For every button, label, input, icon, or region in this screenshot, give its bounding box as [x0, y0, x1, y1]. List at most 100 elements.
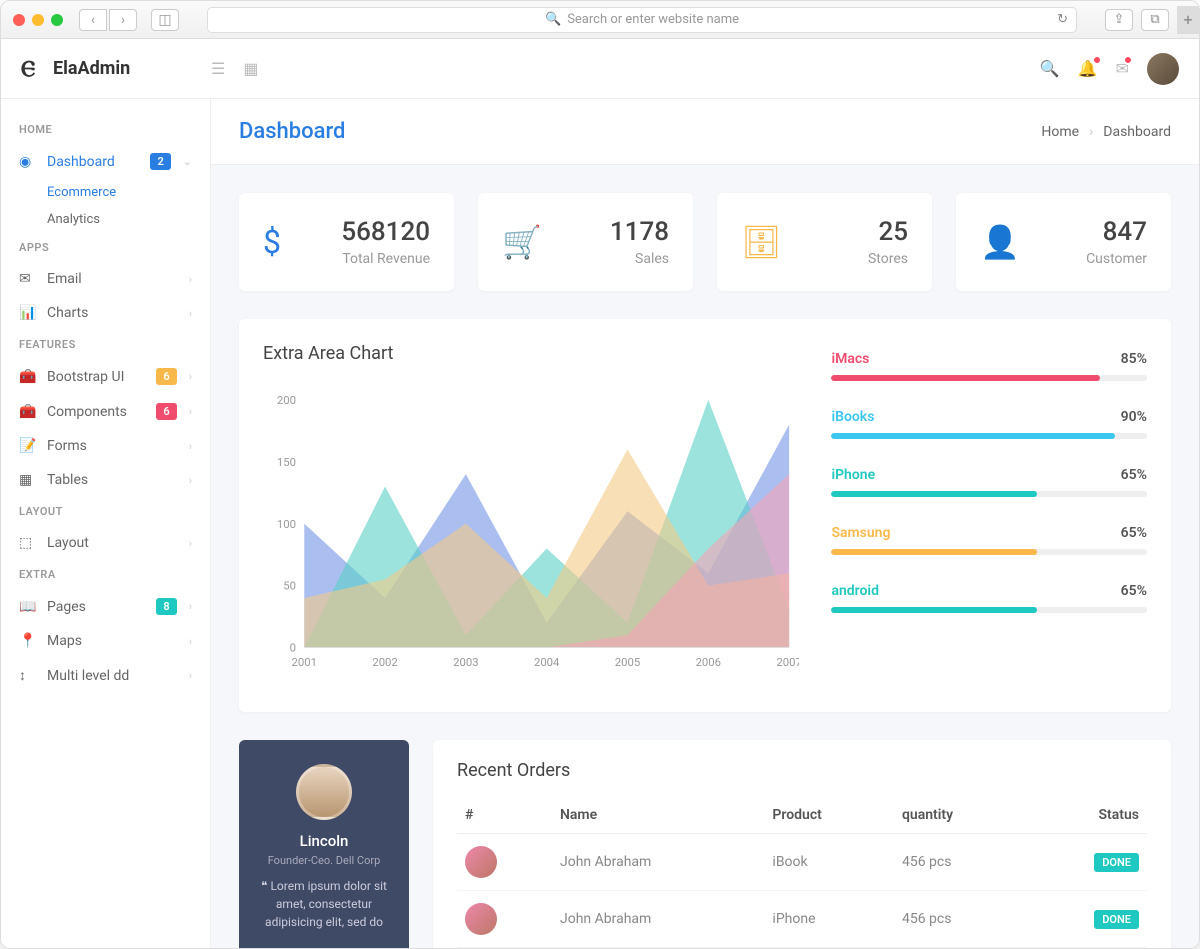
sidebar-label: Multi level dd [47, 668, 177, 684]
progress-imacs: iMacs85% [831, 351, 1147, 381]
sidebar-icon: ◉ [19, 154, 35, 170]
sidebar-subitem-analytics[interactable]: Analytics [1, 206, 210, 233]
status-badge: DONE [1094, 853, 1139, 872]
sidebar-item-bootstrap-ui[interactable]: 🧰Bootstrap UI6› [1, 359, 210, 394]
chevron-right-icon: › [189, 370, 192, 383]
sidebar-item-charts[interactable]: 📊Charts› [1, 296, 210, 330]
user-avatar[interactable] [1147, 53, 1179, 85]
area-chart: 0501001502002001200220032004200520062007 [263, 384, 799, 684]
chevron-right-icon: › [189, 474, 192, 487]
sidebar-heading: EXTRA [1, 560, 210, 589]
search-icon[interactable]: 🔍 [1040, 59, 1060, 78]
sidebar-label: Tables [47, 472, 177, 488]
sidebar-label: Charts [47, 305, 177, 321]
cell-name: John Abraham [552, 834, 764, 891]
sidebar-item-components[interactable]: 🧰Components6› [1, 394, 210, 429]
chevron-right-icon: › [189, 405, 192, 418]
testimonial-card: Lincoln Founder-Ceo. Dell Corp ❝ Lorem i… [239, 740, 409, 949]
progress-bar [831, 491, 1147, 497]
cart-icon: 🛒 [502, 223, 542, 261]
table-row[interactable]: John AbrahamiPhone456 pcsDONE [457, 891, 1147, 948]
chevron-right-icon: › [189, 440, 192, 453]
sidebar-heading: APPS [1, 233, 210, 262]
refresh-icon[interactable]: ↻ [1057, 12, 1068, 27]
sidebar-heading: FEATURES [1, 330, 210, 359]
sidebar-icon: 📊 [19, 305, 35, 321]
sidebar-item-email[interactable]: ✉Email› [1, 262, 210, 296]
progress-label: iBooks [831, 409, 874, 425]
table-header: quantity [894, 797, 1027, 834]
menu-toggle-icon[interactable]: ☰ [211, 59, 225, 78]
progress-value: 65% [1121, 583, 1147, 599]
testimonial-name: Lincoln [255, 832, 393, 850]
browser-titlebar: ‹ › ◫ 🔍 Search or enter website name ↻ ⇪… [1, 1, 1199, 39]
search-icon: 🔍 [545, 12, 561, 27]
sidebar-item-dashboard[interactable]: ◉Dashboard2⌄ [1, 144, 210, 179]
chevron-right-icon: › [1089, 124, 1093, 140]
status-badge: DONE [1094, 910, 1139, 929]
row-avatar [465, 903, 497, 935]
close-window[interactable] [13, 14, 25, 26]
sidebar: HOME◉Dashboard2⌄EcommerceAnalyticsAPPS✉E… [1, 99, 211, 949]
chevron-right-icon: › [189, 273, 192, 286]
user-icon: 👤 [980, 223, 1020, 261]
breadcrumb-current: Dashboard [1103, 124, 1171, 140]
cell-name: John Abraham [552, 891, 764, 948]
new-tab-button[interactable]: + [1177, 6, 1199, 34]
progress-value: 65% [1121, 467, 1147, 483]
progress-label: Samsung [831, 525, 890, 541]
svg-text:2006: 2006 [696, 655, 721, 669]
notifications-icon[interactable]: 🔔 [1078, 59, 1098, 78]
stat-value: 1178 [562, 217, 669, 247]
sidebar-icon: ✉ [19, 271, 35, 287]
stat-label: Customer [1040, 251, 1147, 267]
sidebar-label: Maps [47, 633, 177, 649]
sidebar-label: Bootstrap UI [47, 369, 144, 385]
sidebar-icon: 🧰 [19, 404, 35, 420]
progress-ibooks: iBooks90% [831, 409, 1147, 439]
svg-text:2002: 2002 [372, 655, 397, 669]
tabs-button[interactable]: ⧉ [1141, 9, 1169, 31]
svg-text:0: 0 [290, 641, 296, 655]
sidebar-subitem-ecommerce[interactable]: Ecommerce [1, 179, 210, 206]
sidebar-item-maps[interactable]: 📍Maps› [1, 624, 210, 658]
sidebar-badge: 8 [156, 598, 176, 615]
table-row[interactable]: John AbrahamiBook456 pcsDONE [457, 834, 1147, 891]
sidebar-item-multi-level-dd[interactable]: ↕Multi level dd› [1, 658, 210, 693]
svg-text:2004: 2004 [534, 655, 560, 669]
progress-label: iPhone [831, 467, 875, 483]
breadcrumb-home[interactable]: Home [1041, 124, 1079, 140]
sidebar-icon: ↕ [19, 667, 35, 684]
chevron-right-icon: › [189, 600, 192, 613]
back-button[interactable]: ‹ [79, 9, 107, 31]
sidebar-icon: 🧰 [19, 369, 35, 385]
logo-text: ElaAdmin [53, 58, 130, 79]
table-header: # [457, 797, 552, 834]
forward-button[interactable]: › [109, 9, 137, 31]
sidebar-item-tables[interactable]: ▦Tables› [1, 463, 210, 497]
stat-label: Stores [802, 251, 908, 267]
sidebar-item-forms[interactable]: 📝Forms› [1, 429, 210, 463]
share-button[interactable]: ⇪ [1105, 9, 1133, 31]
cell-product: iBook [764, 834, 894, 891]
stat-label: Total Revenue [301, 251, 430, 267]
sidebar-icon: 📍 [19, 633, 35, 649]
main-content: Dashboard Home › Dashboard $568120Total … [211, 99, 1199, 949]
testimonial-role: Founder-Ceo. Dell Corp [255, 854, 393, 867]
progress-bar [831, 433, 1147, 439]
orders-panel: Recent Orders #NameProductquantityStatus… [433, 740, 1171, 949]
sidebar-label: Layout [47, 535, 177, 551]
sidebar-button[interactable]: ◫ [151, 9, 179, 31]
grid-icon[interactable]: ▦ [243, 59, 258, 78]
maximize-window[interactable] [51, 14, 63, 26]
table-header: Product [764, 797, 894, 834]
logo[interactable]: Ⲉ ElaAdmin [21, 57, 211, 81]
stat-card-sales: 🛒 1178 Sales [478, 193, 693, 291]
window-controls [13, 14, 63, 26]
messages-icon[interactable]: ✉ [1116, 59, 1129, 78]
stat-label: Sales [562, 251, 669, 267]
minimize-window[interactable] [32, 14, 44, 26]
sidebar-item-layout[interactable]: ⬚Layout› [1, 526, 210, 560]
url-bar[interactable]: 🔍 Search or enter website name ↻ [207, 7, 1077, 33]
sidebar-item-pages[interactable]: 📖Pages8› [1, 589, 210, 624]
